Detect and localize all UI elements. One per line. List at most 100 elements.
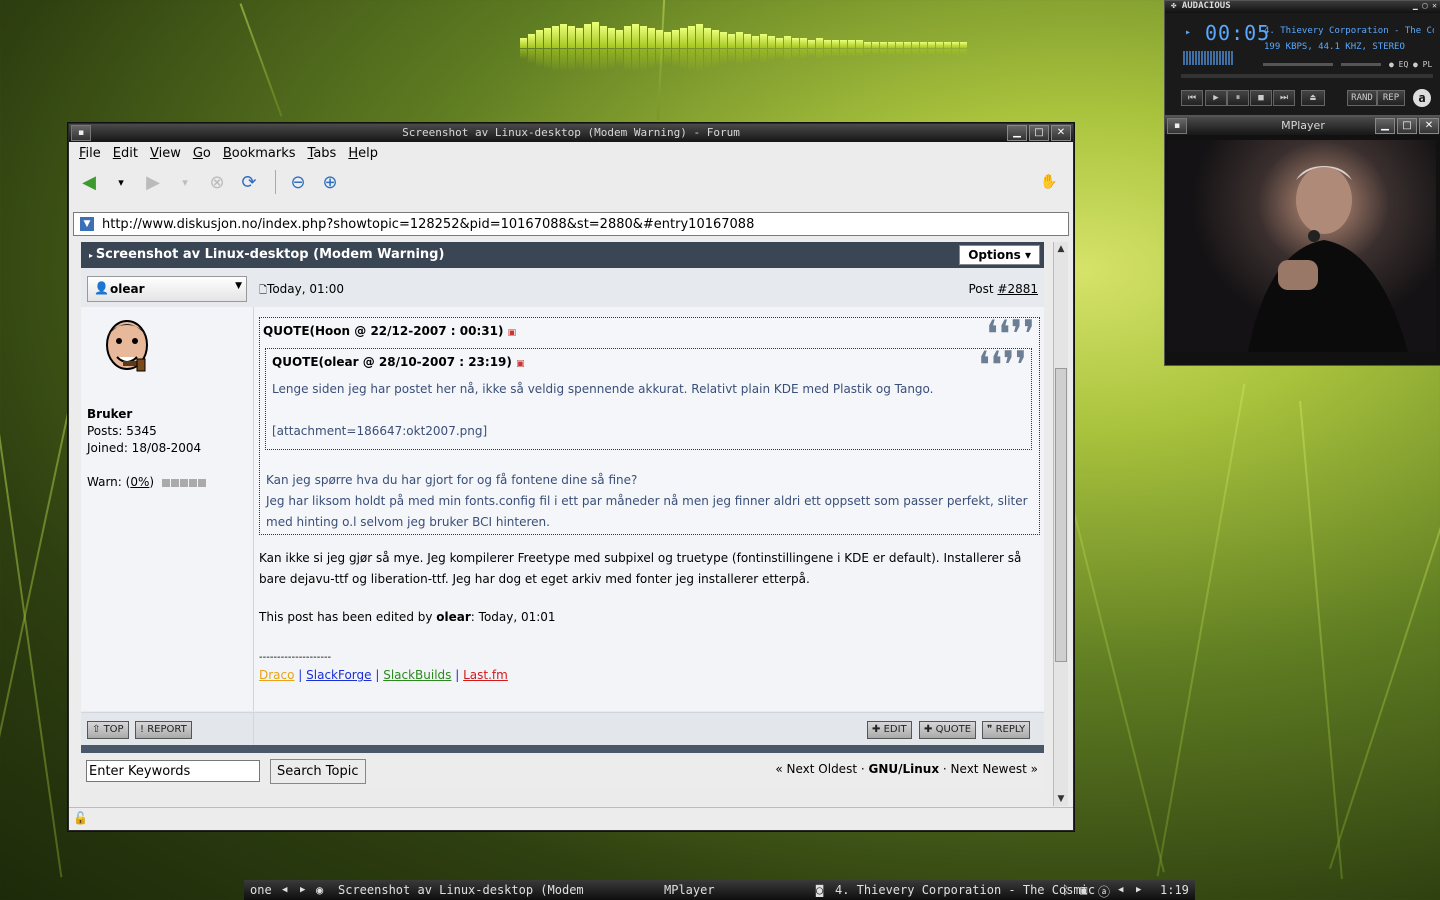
post-icon: 🗋 xyxy=(259,285,268,296)
tray-prev-icon[interactable]: ◀ xyxy=(1118,885,1123,895)
audacious-player: ✤ AUDACIOUS ▁ ▢ ✕ ▸ 00:05 4. Thievery Co… xyxy=(1164,0,1440,116)
section-link[interactable]: GNU/Linux xyxy=(868,762,939,776)
vertical-scrollbar[interactable]: ▲ ▼ xyxy=(1053,242,1068,806)
pl-toggle[interactable]: ● PL xyxy=(1413,60,1432,69)
back-history-icon[interactable]: ▾ xyxy=(107,168,135,196)
quote-link-icon[interactable]: ▣ xyxy=(516,359,525,369)
visualizer-bar xyxy=(776,38,783,48)
about-icon[interactable]: a xyxy=(1413,89,1431,107)
visualizer-bar xyxy=(760,34,767,48)
next-button[interactable]: ⏭ xyxy=(1273,90,1295,106)
visualizer-bar xyxy=(528,34,535,48)
visualizer-reflection xyxy=(792,49,799,59)
eject-button[interactable]: ⏏ xyxy=(1301,90,1325,106)
maximize-button[interactable]: □ xyxy=(1397,118,1417,134)
volume-slider[interactable] xyxy=(1263,63,1333,66)
menu-bookmarks[interactable]: Bookmarks xyxy=(217,146,302,161)
mplayer-titlebar[interactable]: ▪ MPlayer ▁ □ ✕ xyxy=(1165,117,1440,135)
minimize-button[interactable]: ▁ xyxy=(1007,125,1027,141)
playback-time[interactable]: 00:05 xyxy=(1205,21,1270,45)
network-icon[interactable]: ▣ xyxy=(1080,883,1087,897)
url-text[interactable]: http://www.diskusjon.no/index.php?showto… xyxy=(102,217,754,232)
forward-history-icon[interactable]: ▾ xyxy=(171,168,199,196)
audacious-tray-icon[interactable]: ⓐ xyxy=(1098,883,1110,900)
outer-quote-header: QUOTE(Hoon @ 22/12-2007 : 00:31) ▣ xyxy=(263,324,517,338)
inner-quote-mark-icon: ❛❛❜❜ xyxy=(978,343,1027,387)
video-frame[interactable] xyxy=(1168,140,1436,352)
menu-file[interactable]: File xyxy=(73,146,107,161)
menu-view[interactable]: View xyxy=(144,146,187,161)
repeat-button[interactable]: REP xyxy=(1377,90,1405,106)
search-topic-button[interactable]: Search Topic xyxy=(270,759,366,784)
top-button[interactable]: ⇧ TOP xyxy=(87,721,129,739)
sig-link-lastfm[interactable]: Last.fm xyxy=(463,668,508,682)
reload-icon[interactable]: ⟳ xyxy=(235,168,263,196)
post-number-link[interactable]: #2881 xyxy=(997,282,1038,296)
visualizer-bar xyxy=(864,42,871,48)
random-button[interactable]: RAND xyxy=(1347,90,1377,106)
desktop-next-icon[interactable]: ▶ xyxy=(300,885,305,895)
options-button[interactable]: Options ▾ xyxy=(959,245,1040,265)
previous-button[interactable]: ⏮ xyxy=(1181,90,1203,106)
username: olear xyxy=(110,282,145,296)
sig-link-slackbuilds[interactable]: SlackBuilds xyxy=(383,668,451,682)
url-bar[interactable]: ▼ http://www.diskusjon.no/index.php?show… xyxy=(73,212,1069,236)
desktop-switcher[interactable]: one xyxy=(250,883,272,897)
reply-button[interactable]: ❞ REPLY xyxy=(982,721,1031,739)
search-input[interactable] xyxy=(86,760,260,782)
taskbar-item-audacious[interactable]: 4. Thievery Corporation - The Cosmic xyxy=(835,883,1095,897)
menu-help[interactable]: Help xyxy=(342,146,384,161)
report-button[interactable]: ! REPORT xyxy=(135,721,192,739)
audacious-title[interactable]: ✤ AUDACIOUS ▁ ▢ ✕ xyxy=(1165,1,1440,13)
visualizer-bar xyxy=(960,42,967,48)
bluetooth-icon[interactable]: ᛒ xyxy=(1062,883,1069,897)
quote-link-icon[interactable]: ▣ xyxy=(508,328,517,338)
scrollbar-thumb[interactable] xyxy=(1055,368,1067,662)
back-icon[interactable]: ◀ xyxy=(75,168,103,196)
navigation-toolbar: ◀ ▾ ▶ ▾ ⊗ ⟳ ⊖ ⊕ ✋ xyxy=(69,164,1073,200)
browser-titlebar[interactable]: ▪ Screenshot av Linux-desktop (Modem War… xyxy=(69,124,1073,142)
seek-bar[interactable] xyxy=(1181,74,1433,78)
minimize-button[interactable]: ▁ xyxy=(1375,118,1395,134)
status-bar: 🔓 xyxy=(69,807,1073,830)
avatar xyxy=(106,320,148,372)
close-button[interactable]: ✕ xyxy=(1419,118,1439,134)
visualizer-reflection xyxy=(944,49,951,55)
maximize-button[interactable]: □ xyxy=(1029,125,1049,141)
zoom-in-icon[interactable]: ⊕ xyxy=(316,168,344,196)
quote-button[interactable]: ✚ QUOTE xyxy=(919,721,977,739)
visualizer-reflection xyxy=(800,49,807,59)
scroll-down-icon[interactable]: ▼ xyxy=(1054,792,1068,806)
user-dropdown[interactable]: 👤 olear ▼ xyxy=(87,276,247,302)
visualizer-reflection xyxy=(544,49,551,69)
visualizer-bar xyxy=(856,40,863,48)
stop-icon[interactable]: ⊗ xyxy=(203,168,231,196)
scroll-up-icon[interactable]: ▲ xyxy=(1054,242,1068,256)
warn-link[interactable]: 0% xyxy=(130,475,149,489)
stop-button[interactable]: ■ xyxy=(1250,90,1272,106)
sig-link-draco[interactable]: Draco xyxy=(259,668,294,682)
tray-next-icon[interactable]: ▶ xyxy=(1136,885,1141,895)
desktop-prev-icon[interactable]: ◀ xyxy=(282,885,287,895)
taskbar-item-browser[interactable]: Screenshot av Linux-desktop (Modem xyxy=(338,883,584,897)
edit-button[interactable]: ✚ EDIT xyxy=(867,721,912,739)
visualizer-bar xyxy=(608,28,615,48)
zoom-out-icon[interactable]: ⊖ xyxy=(284,168,312,196)
menu-edit[interactable]: Edit xyxy=(107,146,144,161)
menu-tabs[interactable]: Tabs xyxy=(302,146,343,161)
forward-icon[interactable]: ▶ xyxy=(139,168,167,196)
visualizer-bar xyxy=(928,42,935,48)
visualizer-reflection xyxy=(640,49,647,71)
sig-link-slackforge[interactable]: SlackForge xyxy=(306,668,371,682)
next-newest-link[interactable]: Next Newest » xyxy=(951,762,1038,776)
pause-button[interactable]: ⏸ xyxy=(1227,90,1249,106)
taskbar-item-mplayer[interactable]: MPlayer xyxy=(664,883,715,897)
visualizer-reflection xyxy=(760,49,767,63)
balance-slider[interactable] xyxy=(1341,63,1381,66)
next-oldest-link[interactable]: « Next Oldest xyxy=(775,762,857,776)
menu-go[interactable]: Go xyxy=(187,146,217,161)
eq-toggle[interactable]: ● EQ xyxy=(1389,60,1408,69)
play-button[interactable]: ▶ xyxy=(1205,90,1227,106)
close-button[interactable]: ✕ xyxy=(1051,125,1071,141)
visualizer-reflection xyxy=(672,49,679,67)
